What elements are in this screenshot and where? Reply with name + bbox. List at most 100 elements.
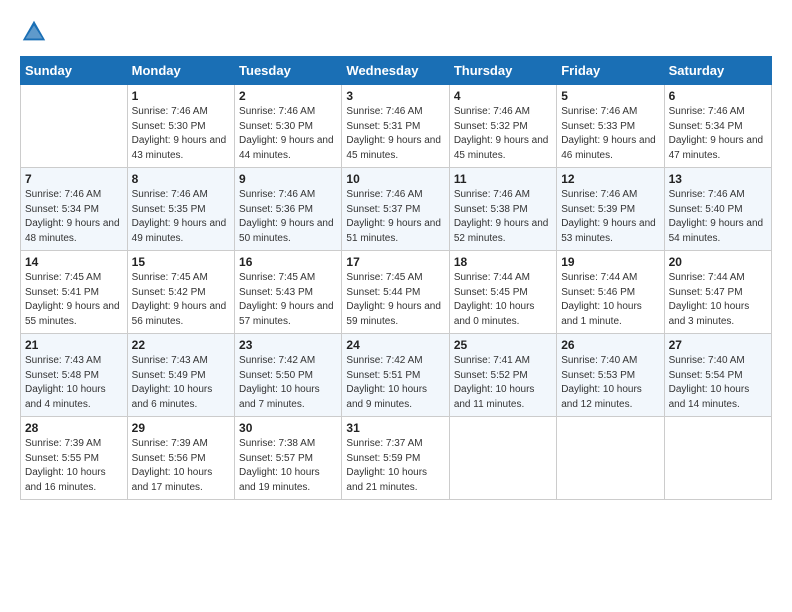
header-row: SundayMondayTuesdayWednesdayThursdayFrid… bbox=[21, 57, 772, 85]
day-number: 18 bbox=[454, 255, 552, 269]
calendar-cell: 30 Sunrise: 7:38 AMSunset: 5:57 PMDayligh… bbox=[235, 417, 342, 500]
day-info: Sunrise: 7:46 AMSunset: 5:40 PMDaylight:… bbox=[669, 188, 767, 246]
calendar-cell: 24Sunrise: 7:42 AMSunset: 5:51 PMDayligh… bbox=[342, 334, 449, 417]
day-number: 23 bbox=[239, 338, 337, 352]
calendar-cell: 22Sunrise: 7:43 AMSunset: 5:49 PMDayligh… bbox=[127, 334, 234, 417]
day-number: 16 bbox=[239, 255, 337, 269]
day-number: 19 bbox=[561, 255, 659, 269]
day-number: 1 bbox=[132, 89, 230, 103]
calendar-cell: 7Sunrise: 7:46 AMSunset: 5:34 PMDaylight… bbox=[21, 168, 128, 251]
calendar-cell: 10 Sunrise: 7:46 AMSunset: 5:37 PMDayligh… bbox=[342, 168, 449, 251]
day-info: Sunrise: 7:46 AMSunset: 5:34 PMDaylight:… bbox=[669, 105, 767, 163]
day-number: 26 bbox=[561, 338, 659, 352]
day-info: Sunrise: 7:38 AMSunset: 5:57 PMDaylight:… bbox=[239, 437, 337, 495]
calendar-cell: 14 Sunrise: 7:45 AMSunset: 5:41 PMDayligh… bbox=[21, 251, 128, 334]
day-info: Sunrise: 7:39 AMSunset: 5:56 PMDaylight:… bbox=[132, 437, 230, 495]
calendar-cell bbox=[664, 417, 771, 500]
calendar-cell bbox=[557, 417, 664, 500]
day-number: 29 bbox=[132, 421, 230, 435]
logo-icon bbox=[20, 18, 48, 46]
day-info: Sunrise: 7:45 AMSunset: 5:41 PMDaylight:… bbox=[25, 271, 123, 329]
day-info: Sunrise: 7:44 AMSunset: 5:47 PMDaylight:… bbox=[669, 271, 767, 329]
day-info: Sunrise: 7:46 AMSunset: 5:36 PMDaylight:… bbox=[239, 188, 337, 246]
day-number: 15 bbox=[132, 255, 230, 269]
day-number: 8 bbox=[132, 172, 230, 186]
day-info: Sunrise: 7:46 AMSunset: 5:31 PMDaylight:… bbox=[346, 105, 444, 163]
day-number: 2 bbox=[239, 89, 337, 103]
calendar-cell: 4Sunrise: 7:46 AMSunset: 5:32 PMDaylight… bbox=[449, 85, 556, 168]
day-info: Sunrise: 7:46 AMSunset: 5:39 PMDaylight:… bbox=[561, 188, 659, 246]
day-number: 14 bbox=[25, 255, 123, 269]
calendar-cell: 21Sunrise: 7:43 AMSunset: 5:48 PMDayligh… bbox=[21, 334, 128, 417]
day-info: Sunrise: 7:46 AMSunset: 5:34 PMDaylight:… bbox=[25, 188, 123, 246]
calendar-cell: 2 Sunrise: 7:46 AMSunset: 5:30 PMDaylight… bbox=[235, 85, 342, 168]
calendar-cell: 11 Sunrise: 7:46 AMSunset: 5:38 PMDayligh… bbox=[449, 168, 556, 251]
page: SundayMondayTuesdayWednesdayThursdayFrid… bbox=[0, 0, 792, 510]
calendar-cell: 5 Sunrise: 7:46 AMSunset: 5:33 PMDaylight… bbox=[557, 85, 664, 168]
calendar-cell: 20 Sunrise: 7:44 AMSunset: 5:47 PMDayligh… bbox=[664, 251, 771, 334]
calendar-cell: 28 Sunrise: 7:39 AMSunset: 5:55 PMDayligh… bbox=[21, 417, 128, 500]
day-number: 13 bbox=[669, 172, 767, 186]
day-info: Sunrise: 7:44 AMSunset: 5:46 PMDaylight:… bbox=[561, 271, 659, 329]
day-header-wednesday: Wednesday bbox=[342, 57, 449, 85]
day-number: 3 bbox=[346, 89, 444, 103]
day-info: Sunrise: 7:46 AMSunset: 5:37 PMDaylight:… bbox=[346, 188, 444, 246]
day-header-tuesday: Tuesday bbox=[235, 57, 342, 85]
week-row-3: 14 Sunrise: 7:45 AMSunset: 5:41 PMDayligh… bbox=[21, 251, 772, 334]
calendar-cell: 23 Sunrise: 7:42 AMSunset: 5:50 PMDayligh… bbox=[235, 334, 342, 417]
day-number: 20 bbox=[669, 255, 767, 269]
week-row-1: 1 Sunrise: 7:46 AMSunset: 5:30 PMDaylight… bbox=[21, 85, 772, 168]
calendar-cell: 6Sunrise: 7:46 AMSunset: 5:34 PMDaylight… bbox=[664, 85, 771, 168]
day-number: 9 bbox=[239, 172, 337, 186]
day-info: Sunrise: 7:46 AMSunset: 5:30 PMDaylight:… bbox=[239, 105, 337, 163]
calendar-cell: 25Sunrise: 7:41 AMSunset: 5:52 PMDayligh… bbox=[449, 334, 556, 417]
day-info: Sunrise: 7:45 AMSunset: 5:42 PMDaylight:… bbox=[132, 271, 230, 329]
day-info: Sunrise: 7:45 AMSunset: 5:44 PMDaylight:… bbox=[346, 271, 444, 329]
day-info: Sunrise: 7:41 AMSunset: 5:52 PMDaylight:… bbox=[454, 354, 552, 412]
day-number: 31 bbox=[346, 421, 444, 435]
day-info: Sunrise: 7:42 AMSunset: 5:51 PMDaylight:… bbox=[346, 354, 444, 412]
day-info: Sunrise: 7:37 AMSunset: 5:59 PMDaylight:… bbox=[346, 437, 444, 495]
day-number: 4 bbox=[454, 89, 552, 103]
calendar-cell: 16 Sunrise: 7:45 AMSunset: 5:43 PMDayligh… bbox=[235, 251, 342, 334]
day-header-monday: Monday bbox=[127, 57, 234, 85]
calendar-cell: 27 Sunrise: 7:40 AMSunset: 5:54 PMDayligh… bbox=[664, 334, 771, 417]
calendar-cell: 8 Sunrise: 7:46 AMSunset: 5:35 PMDaylight… bbox=[127, 168, 234, 251]
day-info: Sunrise: 7:44 AMSunset: 5:45 PMDaylight:… bbox=[454, 271, 552, 329]
day-number: 27 bbox=[669, 338, 767, 352]
calendar-cell: 26 Sunrise: 7:40 AMSunset: 5:53 PMDayligh… bbox=[557, 334, 664, 417]
day-number: 10 bbox=[346, 172, 444, 186]
calendar-cell: 19 Sunrise: 7:44 AMSunset: 5:46 PMDayligh… bbox=[557, 251, 664, 334]
calendar-cell: 9 Sunrise: 7:46 AMSunset: 5:36 PMDaylight… bbox=[235, 168, 342, 251]
day-info: Sunrise: 7:40 AMSunset: 5:53 PMDaylight:… bbox=[561, 354, 659, 412]
calendar-cell: 1Sunrise: 7:46 AMSunset: 5:30 PMDaylight… bbox=[127, 85, 234, 168]
day-number: 30 bbox=[239, 421, 337, 435]
week-row-5: 28 Sunrise: 7:39 AMSunset: 5:55 PMDayligh… bbox=[21, 417, 772, 500]
day-info: Sunrise: 7:46 AMSunset: 5:35 PMDaylight:… bbox=[132, 188, 230, 246]
day-info: Sunrise: 7:46 AMSunset: 5:38 PMDaylight:… bbox=[454, 188, 552, 246]
day-info: Sunrise: 7:42 AMSunset: 5:50 PMDaylight:… bbox=[239, 354, 337, 412]
calendar-cell: 18 Sunrise: 7:44 AMSunset: 5:45 PMDayligh… bbox=[449, 251, 556, 334]
day-number: 5 bbox=[561, 89, 659, 103]
day-header-friday: Friday bbox=[557, 57, 664, 85]
day-info: Sunrise: 7:39 AMSunset: 5:55 PMDaylight:… bbox=[25, 437, 123, 495]
day-info: Sunrise: 7:40 AMSunset: 5:54 PMDaylight:… bbox=[669, 354, 767, 412]
day-info: Sunrise: 7:46 AMSunset: 5:33 PMDaylight:… bbox=[561, 105, 659, 163]
day-info: Sunrise: 7:43 AMSunset: 5:48 PMDaylight:… bbox=[25, 354, 123, 412]
calendar-cell: 17Sunrise: 7:45 AMSunset: 5:44 PMDayligh… bbox=[342, 251, 449, 334]
day-number: 22 bbox=[132, 338, 230, 352]
calendar-cell bbox=[449, 417, 556, 500]
calendar-cell: 3 Sunrise: 7:46 AMSunset: 5:31 PMDaylight… bbox=[342, 85, 449, 168]
calendar-cell: 12Sunrise: 7:46 AMSunset: 5:39 PMDayligh… bbox=[557, 168, 664, 251]
calendar-cell: 31 Sunrise: 7:37 AMSunset: 5:59 PMDayligh… bbox=[342, 417, 449, 500]
header bbox=[20, 18, 772, 46]
calendar-table: SundayMondayTuesdayWednesdayThursdayFrid… bbox=[20, 56, 772, 500]
calendar-cell: 29 Sunrise: 7:39 AMSunset: 5:56 PMDayligh… bbox=[127, 417, 234, 500]
week-row-4: 21Sunrise: 7:43 AMSunset: 5:48 PMDayligh… bbox=[21, 334, 772, 417]
day-header-thursday: Thursday bbox=[449, 57, 556, 85]
day-number: 28 bbox=[25, 421, 123, 435]
day-header-saturday: Saturday bbox=[664, 57, 771, 85]
calendar-cell: 15 Sunrise: 7:45 AMSunset: 5:42 PMDayligh… bbox=[127, 251, 234, 334]
day-info: Sunrise: 7:45 AMSunset: 5:43 PMDaylight:… bbox=[239, 271, 337, 329]
day-number: 11 bbox=[454, 172, 552, 186]
